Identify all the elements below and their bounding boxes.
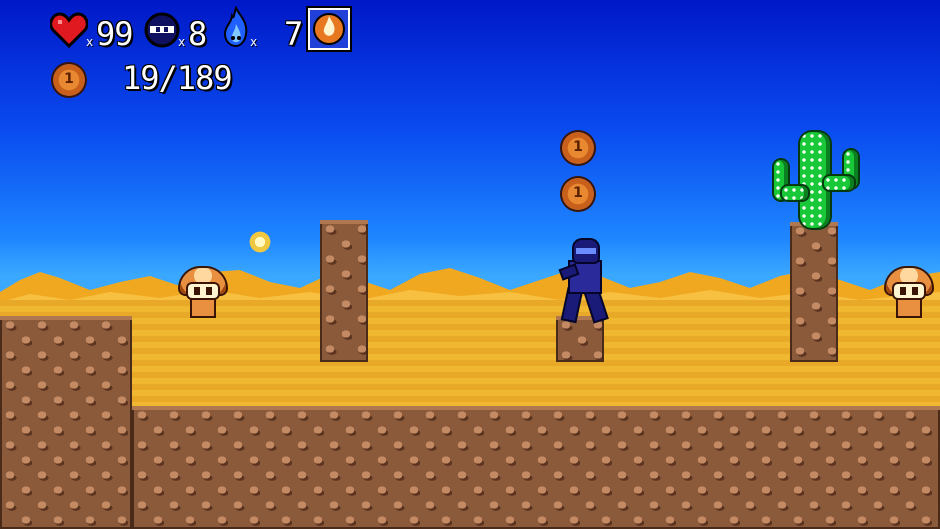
magic-multiplier: x (250, 35, 258, 49)
heart-icon (50, 12, 88, 48)
blue-flame-icon (223, 6, 248, 48)
lives-multiplier: x (178, 35, 186, 49)
rock-pillar-3 (790, 222, 838, 362)
coin-symbol: 1 (573, 185, 583, 201)
health-value: 99 (96, 15, 134, 53)
coin-symbol: 1 (573, 139, 583, 155)
magic-value: 7 (284, 15, 303, 53)
cactus-enemy (772, 132, 860, 228)
rock-pillar-2 (556, 316, 604, 362)
floating-coin: 1 (562, 178, 594, 210)
ninja-player (560, 240, 616, 322)
floating-coin: 1 (562, 132, 594, 164)
rock-pillar-1 (320, 220, 368, 362)
mushroom-enemy (886, 268, 932, 316)
coin-icon: 1 (53, 64, 85, 96)
lives-value: 8 (188, 15, 207, 53)
coin-symbol: 1 (64, 71, 74, 87)
coin-counter: 19/189 (122, 59, 233, 97)
rock-ledge-left (0, 316, 132, 529)
game-scene: x 99 x 8 x 7 1 19/189 1 1 (0, 0, 940, 529)
rock-ground (132, 406, 940, 529)
health-multiplier: x (86, 35, 94, 49)
mushroom-enemy (180, 268, 226, 316)
sparkle-projectile (248, 230, 272, 254)
ninja-head-icon (144, 12, 180, 48)
fire-orb-item-icon (306, 6, 352, 52)
